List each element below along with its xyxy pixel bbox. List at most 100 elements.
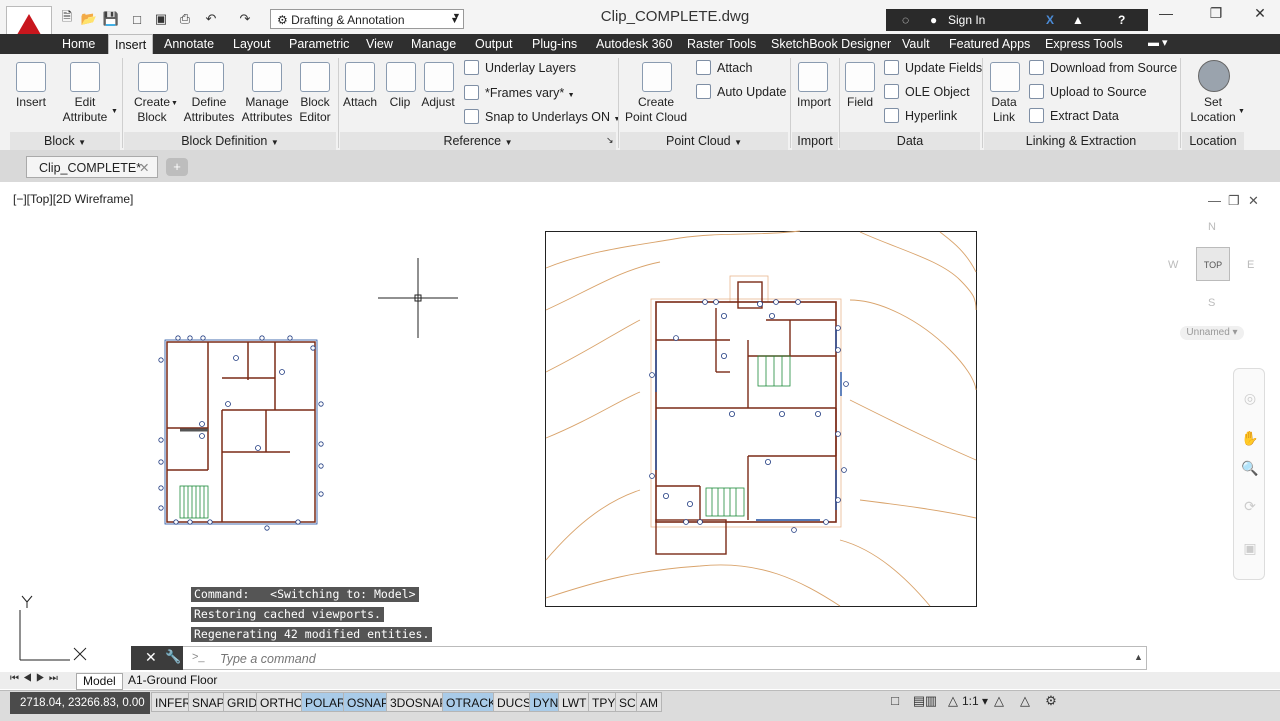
document-tab[interactable]: Clip_COMPLETE* ✕ — [26, 156, 158, 178]
toggle-ortho[interactable]: ORTHO — [256, 692, 308, 712]
close-icon[interactable]: ✕ — [139, 157, 149, 179]
layout-tab-model[interactable]: Model — [76, 673, 123, 690]
define-attributes-button[interactable]: Define Attributes — [180, 95, 238, 125]
frames-vary-dropdown[interactable]: *Frames vary* ▼ — [464, 83, 575, 103]
panel-title-reference[interactable]: Reference ▼ — [340, 132, 616, 150]
tab-vault[interactable]: Vault — [896, 34, 936, 54]
chevron-down-icon[interactable]: ▼ — [171, 100, 178, 107]
coordinates-readout[interactable]: 2718.04, 23266.83, 0.00 — [10, 692, 150, 714]
panel-title-block-definition[interactable]: Block Definition ▼ — [124, 132, 336, 150]
manage-attributes-icon[interactable] — [252, 62, 282, 92]
define-attributes-icon[interactable] — [194, 62, 224, 92]
field-icon[interactable] — [845, 62, 875, 92]
plot-icon[interactable]: ⎙ — [176, 10, 194, 28]
autodesk-360-icon[interactable]: ▲ — [1072, 9, 1084, 31]
close-icon[interactable]: ✕ — [145, 649, 157, 666]
edit-attribute-icon[interactable] — [70, 62, 100, 92]
annotation-scale-dropdown[interactable]: 1:1 ▾ — [962, 694, 988, 708]
save-icon[interactable]: 💾 — [102, 10, 120, 28]
sign-in-link[interactable]: Sign In — [948, 9, 985, 31]
create-point-cloud-button[interactable]: Create Point Cloud — [620, 95, 692, 125]
point-cloud-attach-button[interactable]: Attach — [696, 58, 752, 78]
auto-update-button[interactable]: Auto Update — [696, 82, 787, 102]
undo-icon[interactable]: ↶ — [202, 10, 220, 28]
field-button[interactable]: Field — [840, 95, 880, 110]
open-file-icon[interactable]: 📂 — [80, 10, 98, 28]
extract-data-button[interactable]: Extract Data — [1029, 106, 1119, 126]
model-space-icon[interactable]: □ — [886, 692, 904, 710]
workspace-switching-icon[interactable]: ⚙ — [1042, 692, 1060, 710]
quick-view-drawings-icon[interactable]: ▥ — [922, 692, 940, 710]
hyperlink-button[interactable]: Hyperlink — [884, 106, 957, 126]
showmotion-icon[interactable]: ▣ — [1241, 540, 1259, 558]
manage-attributes-button[interactable]: Manage Attributes — [238, 95, 296, 125]
tab-express-tools[interactable]: Express Tools — [1039, 34, 1129, 54]
edit-attribute-button[interactable]: Edit Attribute — [56, 95, 114, 125]
attach-button[interactable]: Attach — [338, 95, 382, 110]
new-drawing-tab-button[interactable]: + — [166, 158, 188, 176]
block-editor-icon[interactable] — [300, 62, 330, 92]
viewcube-top-face[interactable]: TOP — [1196, 247, 1230, 281]
data-link-button[interactable]: Data Link — [984, 95, 1024, 125]
save-as-icon[interactable]: □ — [128, 10, 146, 28]
tab-plug-ins[interactable]: Plug-ins — [526, 34, 583, 54]
insert-button[interactable]: Insert — [6, 95, 56, 110]
layout-tab-a1-ground-floor[interactable]: A1-Ground Floor — [122, 673, 223, 688]
chevron-down-icon[interactable]: ▼ — [111, 108, 118, 115]
compass-north[interactable]: N — [1208, 221, 1216, 233]
auto-scale-icon[interactable]: △ — [1016, 692, 1034, 710]
ucs-dropdown[interactable]: Unnamed ▾ — [1180, 326, 1244, 340]
wrench-icon[interactable]: 🔧 — [165, 649, 181, 665]
ribbon-display-toggle-icon[interactable]: ▬ ▾ — [1148, 36, 1168, 49]
upload-to-source-button[interactable]: Upload to Source — [1029, 82, 1147, 102]
globe-icon[interactable] — [1198, 60, 1230, 92]
compass-east[interactable]: E — [1247, 259, 1254, 271]
redo-icon[interactable]: ↷ — [236, 10, 254, 28]
viewport-restore-icon[interactable]: ❐ — [1228, 193, 1240, 209]
tab-manage[interactable]: Manage — [405, 34, 462, 54]
command-history-toggle-icon[interactable]: ▲ — [1134, 652, 1143, 662]
compass-south[interactable]: S — [1208, 297, 1215, 309]
orbit-icon[interactable]: ⟳ — [1241, 498, 1259, 516]
annotation-visibility-icon[interactable]: △ — [990, 692, 1008, 710]
panel-title-point-cloud[interactable]: Point Cloud ▼ — [620, 132, 788, 150]
tab-raster-tools[interactable]: Raster Tools — [681, 34, 762, 54]
qat-customize-icon[interactable]: ▼ — [452, 11, 461, 21]
tab-layout[interactable]: Layout — [227, 34, 277, 54]
block-editor-button[interactable]: Block Editor — [294, 95, 336, 125]
tab-insert[interactable]: Insert — [108, 34, 154, 55]
toggle-lwt[interactable]: LWT — [558, 692, 591, 712]
set-location-button[interactable]: Set Location — [1186, 95, 1240, 125]
web-mobile-icon[interactable]: ▣ — [152, 10, 170, 28]
close-button[interactable]: ✕ — [1244, 2, 1276, 24]
create-point-cloud-icon[interactable] — [642, 62, 672, 92]
tab-home[interactable]: Home — [56, 34, 101, 54]
tab-sketchbook-designer[interactable]: SketchBook Designer — [765, 34, 897, 54]
tab-autodesk-360[interactable]: Autodesk 360 — [590, 34, 678, 54]
chevron-down-icon[interactable]: ▼ — [1238, 108, 1245, 115]
zoom-icon[interactable]: 🔍 — [1241, 460, 1259, 478]
adjust-button[interactable]: Adjust — [418, 95, 458, 110]
restore-button[interactable]: ❐ — [1200, 2, 1232, 24]
attach-reference-icon[interactable] — [345, 62, 375, 92]
tab-featured-apps[interactable]: Featured Apps — [943, 34, 1036, 54]
minimize-button[interactable]: — — [1150, 2, 1182, 24]
ole-object-button[interactable]: OLE Object — [884, 82, 970, 102]
toggle-am[interactable]: AM — [636, 692, 662, 712]
viewport-controls[interactable]: [−][Top][2D Wireframe] — [13, 192, 133, 206]
panel-title-block[interactable]: Block ▼ — [10, 132, 120, 150]
download-from-source-button[interactable]: Download from Source — [1029, 58, 1177, 78]
adjust-icon[interactable] — [424, 62, 454, 92]
viewport-minimize-icon[interactable]: — — [1208, 193, 1221, 208]
create-block-icon[interactable] — [138, 62, 168, 92]
import-icon[interactable] — [798, 62, 828, 92]
pan-icon[interactable]: ✋ — [1241, 430, 1259, 448]
snap-to-underlays-dropdown[interactable]: Snap to Underlays ON ▼ — [464, 107, 620, 127]
tab-annotate[interactable]: Annotate — [158, 34, 220, 54]
clip-button[interactable]: Clip — [384, 95, 416, 110]
clip-icon[interactable] — [386, 62, 416, 92]
tab-parametric[interactable]: Parametric — [283, 34, 355, 54]
binoculars-icon[interactable]: ◌ — [902, 9, 909, 31]
dialog-launcher-icon[interactable]: ↘ — [606, 135, 614, 146]
data-link-icon[interactable] — [990, 62, 1020, 92]
